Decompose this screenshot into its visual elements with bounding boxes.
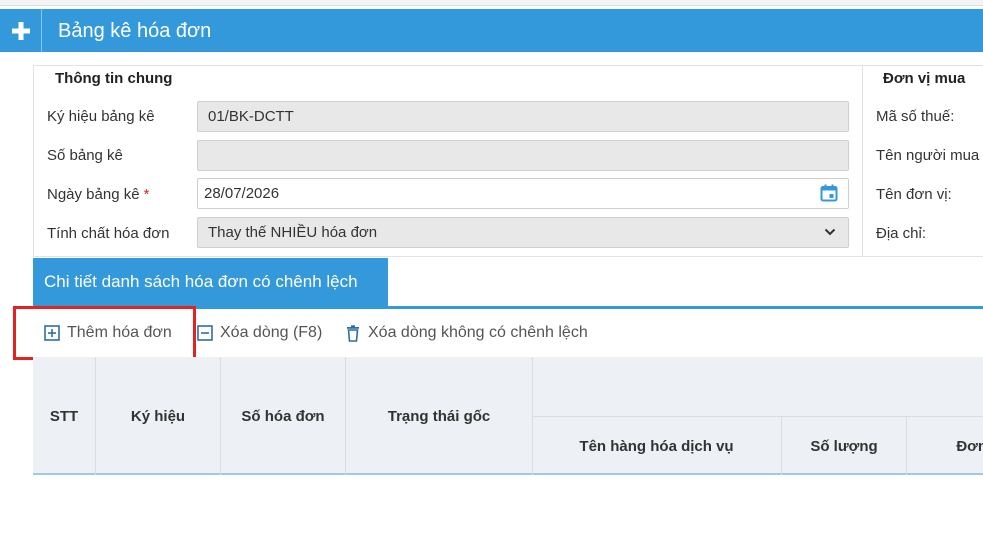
date-field[interactable]: 28/07/2026 xyxy=(197,178,849,209)
top-border xyxy=(0,0,983,6)
buyer-info-title: Đơn vị mua xyxy=(883,70,966,87)
number-field[interactable] xyxy=(197,140,849,171)
minus-square-icon xyxy=(197,325,213,341)
buyer-address-label: Địa chỉ: xyxy=(876,225,927,242)
col-goods-name: Tên hàng hóa dịch vụ xyxy=(532,417,782,475)
col-stt: STT xyxy=(33,357,96,475)
panel-header: Bảng kê hóa đơn xyxy=(0,9,983,52)
expand-button[interactable] xyxy=(0,9,42,52)
nature-label: Tính chất hóa đơn xyxy=(47,225,170,242)
general-info-title: Thông tin chung xyxy=(55,70,173,87)
date-label: Ngày bảng kê * xyxy=(47,186,149,203)
col-symbol: Ký hiệu xyxy=(96,357,221,475)
trash-icon xyxy=(347,324,359,342)
date-value: 28/07/2026 xyxy=(204,185,280,202)
tab-invoice-details[interactable]: Chi tiết danh sách hóa đơn có chênh lệch xyxy=(33,258,388,307)
date-label-text: Ngày bảng kê xyxy=(47,186,140,203)
col-unit: Đơn xyxy=(907,417,983,475)
highlight-box xyxy=(13,306,196,360)
delete-row-button[interactable]: Xóa dòng (F8) xyxy=(197,322,322,344)
col-invoice-number: Số hóa đơn xyxy=(221,357,346,475)
col-unit-label: Đơn xyxy=(956,437,983,455)
invoice-table-header: STT Ký hiệu Số hóa đơn Trạng thái gốc Tê… xyxy=(33,357,983,475)
buyer-unit-label: Tên đơn vị: xyxy=(876,186,952,203)
delete-no-diff-button[interactable]: Xóa dòng không có chênh lệch xyxy=(345,322,588,344)
calendar-icon[interactable] xyxy=(820,184,838,202)
required-mark: * xyxy=(143,186,150,203)
delete-row-label: Xóa dòng (F8) xyxy=(220,324,323,341)
buyer-tax-label: Mã số thuế: xyxy=(876,108,955,125)
nature-select[interactable]: Thay thế NHIỀU hóa đơn xyxy=(197,217,849,248)
plus-icon xyxy=(12,22,30,40)
nature-value: Thay thế NHIỀU hóa đơn xyxy=(208,224,378,241)
symbol-label: Ký hiệu bảng kê xyxy=(47,108,155,125)
col-original-status: Trạng thái gốc xyxy=(346,357,533,475)
col-quantity: Số lượng xyxy=(782,417,907,475)
delete-no-diff-label: Xóa dòng không có chênh lệch xyxy=(368,324,588,341)
symbol-value: 01/BK-DCTT xyxy=(208,108,294,125)
chevron-down-icon xyxy=(824,228,836,236)
symbol-field[interactable]: 01/BK-DCTT xyxy=(197,101,849,132)
sub-header-row: Tên hàng hóa dịch vụ Số lượng Đơn xyxy=(532,416,983,475)
buyer-name-label: Tên người mua xyxy=(876,147,980,164)
number-label: Số bảng kê xyxy=(47,147,123,164)
page-title: Bảng kê hóa đơn xyxy=(58,20,212,42)
